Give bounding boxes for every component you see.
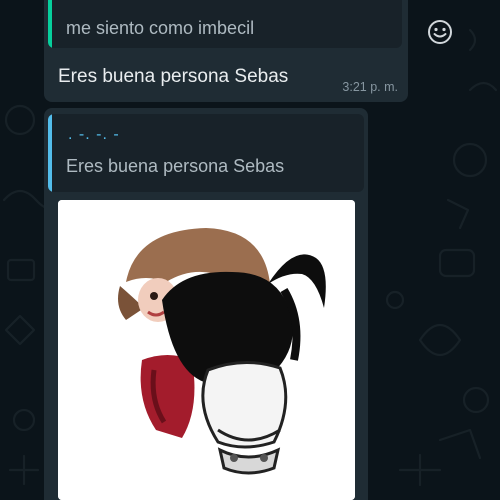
message-text: Eres buena persona Sebas	[58, 66, 289, 87]
reaction-button[interactable]	[424, 16, 456, 48]
sticker-image[interactable]	[58, 200, 355, 500]
message-time: 3:21 p. m.	[342, 80, 398, 94]
quoted-text: Eres buena persona Sebas	[66, 156, 285, 176]
quote-bar	[48, 114, 52, 192]
message-bubble[interactable]: me siento como imbecil Eres buena person…	[44, 0, 408, 102]
quoted-text: me siento como imbecil	[66, 18, 255, 38]
quoted-message[interactable]: . -. -. - Eres buena persona Sebas	[48, 114, 364, 192]
quote-bar	[48, 0, 52, 48]
smiley-icon	[428, 20, 452, 44]
message-bubble[interactable]: . -. -. - Eres buena persona Sebas	[44, 108, 368, 500]
sticker-illustration	[58, 200, 355, 500]
quoted-message[interactable]: me siento como imbecil	[48, 0, 402, 48]
quoted-author: . -. -. -	[68, 126, 120, 143]
